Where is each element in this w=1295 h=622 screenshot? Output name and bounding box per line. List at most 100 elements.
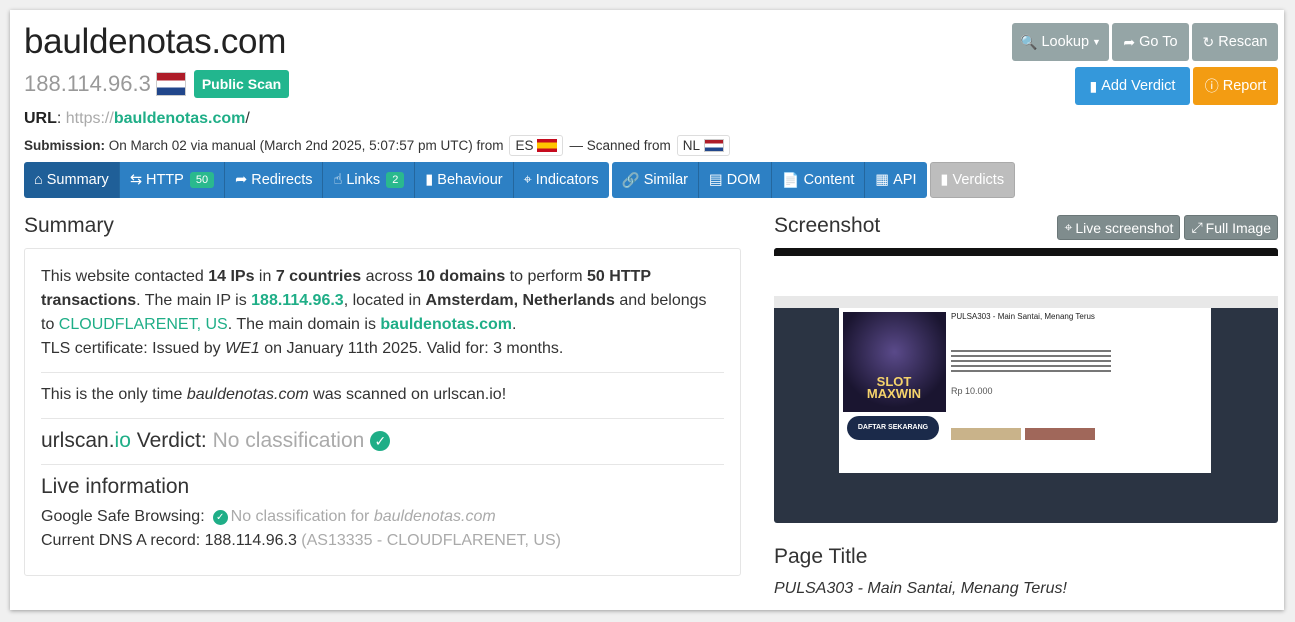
home-icon: ⌂ xyxy=(34,172,43,188)
link-icon: 🔗 xyxy=(621,172,640,189)
tab-label: Verdicts xyxy=(952,172,1005,188)
screenshot-heading: Screenshot xyxy=(774,214,881,237)
screenshot-button xyxy=(951,428,1021,440)
screenshot-buttons: ⌖ Live screenshot ⤢ Full Image xyxy=(1057,215,1278,240)
netherlands-flag-icon xyxy=(704,139,725,152)
submitted-country-code: ES xyxy=(515,138,534,153)
report-button[interactable]: ⓘ Report xyxy=(1193,67,1278,105)
text: across xyxy=(361,268,418,285)
url-path: / xyxy=(245,110,250,127)
spain-flag-icon xyxy=(537,139,558,152)
report-label: Report xyxy=(1222,78,1267,94)
thumbs-up-icon: ☝ xyxy=(333,172,343,188)
tab-label: HTTP xyxy=(145,172,184,188)
tab-label: Indicators xyxy=(535,172,599,188)
live-screenshot-label: Live screenshot xyxy=(1075,219,1174,236)
tab-redirects[interactable]: ➦ Redirects xyxy=(225,162,324,198)
tab-similar[interactable]: 🔗 Similar xyxy=(611,162,700,198)
summary-panel: This website contacted 14 IPs in 7 count… xyxy=(24,248,741,576)
lookup-label: Lookup xyxy=(1041,34,1090,50)
ip-count: 14 IPs xyxy=(208,268,255,285)
summary-paragraph: This website contacted 14 IPs in 7 count… xyxy=(41,265,724,361)
scan-result-page: bauldenotas.com 188.114.96.3 Public Scan… xyxy=(10,10,1284,610)
tls-text: TLS certificate: Issued by xyxy=(41,340,226,357)
text: to perform xyxy=(505,268,588,285)
submission-text: On March 02 via manual (March 2nd 2025, … xyxy=(108,138,504,153)
url-host-link[interactable]: bauldenotas.com xyxy=(114,110,246,127)
scanned-from-text: — Scanned from xyxy=(569,138,671,153)
tab-label: Similar xyxy=(643,172,689,188)
tab-dom[interactable]: ▤ DOM xyxy=(699,162,772,198)
share-icon: ➦ xyxy=(235,172,248,188)
scanned-country-pill[interactable]: NL xyxy=(676,135,731,156)
crosshairs-icon: ⌖ xyxy=(523,172,532,188)
exclamation-circle-icon: ⓘ xyxy=(1204,78,1219,94)
scanned-country-code: NL xyxy=(682,138,701,153)
comment-icon: ▮ xyxy=(425,172,434,188)
screenshot-text-lines xyxy=(951,350,1111,375)
add-verdict-label: Add Verdict xyxy=(1101,78,1176,94)
tab-links[interactable]: ☝ Links 2 xyxy=(323,162,416,198)
screenshot-image[interactable]: SLOT MAXWIN DAFTAR SEKARANG PULSA303 - M… xyxy=(774,248,1278,523)
summary-heading: Summary xyxy=(24,214,114,237)
text: This website contacted xyxy=(41,268,209,285)
gsb-domain: bauldenotas.com xyxy=(373,508,496,525)
url-label: URL xyxy=(24,110,57,127)
text: was scanned on urlscan.io! xyxy=(308,386,507,403)
text: . The main IP is xyxy=(136,292,252,309)
gsb-line: Google Safe Browsing: ✓ No classification … xyxy=(41,505,724,529)
main-ip-link[interactable]: 188.114.96.3 xyxy=(251,292,344,309)
tab-summary[interactable]: ⌂ Summary xyxy=(24,162,120,198)
expand-icon: ⤢ xyxy=(1191,219,1203,235)
main-domain-link[interactable]: bauldenotas.com xyxy=(380,316,512,333)
goto-label: Go To xyxy=(1139,34,1178,50)
share-icon: ➦ xyxy=(1123,33,1136,50)
tab-label: Links xyxy=(346,172,381,188)
submission-label: Submission: xyxy=(24,138,106,153)
lookup-button[interactable]: 🔍 Lookup ▼ xyxy=(1012,23,1109,61)
ip-address[interactable]: 188.114.96.3 xyxy=(24,71,151,97)
asn-link[interactable]: CLOUDFLARENET, US xyxy=(59,316,228,333)
file-icon: 📄 xyxy=(781,172,800,189)
text: in xyxy=(254,268,276,285)
screenshot-product-card: SLOT MAXWIN DAFTAR SEKARANG PULSA303 - M… xyxy=(839,308,1211,473)
page-title-heading: Page Title xyxy=(774,545,868,568)
rescan-button[interactable]: ↻ Rescan xyxy=(1192,23,1278,61)
tab-label: DOM xyxy=(726,172,761,188)
screenshot-price: Rp 10.000 xyxy=(951,386,993,396)
refresh-icon: ↻ xyxy=(1202,33,1215,50)
text: . The main domain is xyxy=(227,316,381,333)
public-scan-badge: Public Scan xyxy=(193,70,290,98)
submitted-country-pill[interactable]: ES xyxy=(509,135,564,156)
country-count: 7 countries xyxy=(275,268,362,285)
tab-behaviour[interactable]: ▮ Behaviour xyxy=(415,162,514,198)
add-verdict-button[interactable]: ▮ Add Verdict xyxy=(1075,67,1190,105)
tab-content[interactable]: 📄 Content xyxy=(771,162,866,198)
live-screenshot-button[interactable]: ⌖ Live screenshot xyxy=(1057,215,1181,240)
tab-indicators[interactable]: ⌖ Indicators xyxy=(513,162,609,198)
tab-label: Content xyxy=(803,172,855,188)
screenshot-header xyxy=(774,256,1278,296)
tls-text: on January 11th 2025. Valid for: 3 month… xyxy=(259,340,564,357)
daftar-button-image: DAFTAR SEKARANG xyxy=(847,416,939,440)
tab-verdicts[interactable]: ▮ Verdicts xyxy=(929,162,1016,198)
dns-line: Current DNS A record: 188.114.96.3 (AS13… xyxy=(41,529,724,553)
divider xyxy=(41,372,724,373)
brand-name: urlscan. xyxy=(41,429,115,452)
divider xyxy=(41,418,724,419)
http-count-badge: 50 xyxy=(189,172,215,188)
live-info-heading: Live information xyxy=(41,475,190,498)
page-title-value: PULSA303 - Main Santai, Menang Terus! xyxy=(774,580,1067,597)
screenshot-topbar xyxy=(774,248,1278,256)
tab-api[interactable]: ▦ API xyxy=(865,162,927,198)
goto-button[interactable]: ➦ Go To xyxy=(1112,23,1189,61)
comment-icon: ▮ xyxy=(1089,77,1098,94)
tab-http[interactable]: ⇆ HTTP 50 xyxy=(119,162,226,198)
text: This is the only time xyxy=(41,386,187,403)
location: Amsterdam, Netherlands xyxy=(425,292,615,309)
tab-label: Behaviour xyxy=(437,172,503,188)
full-image-button[interactable]: ⤢ Full Image xyxy=(1184,215,1278,240)
screenshot-site-title: PULSA303 - Main Santai, Menang Terus xyxy=(951,312,1095,321)
dns-label: Current DNS A record: 188.114.96.3 xyxy=(41,532,297,549)
check-circle-icon: ✓ xyxy=(370,431,391,451)
